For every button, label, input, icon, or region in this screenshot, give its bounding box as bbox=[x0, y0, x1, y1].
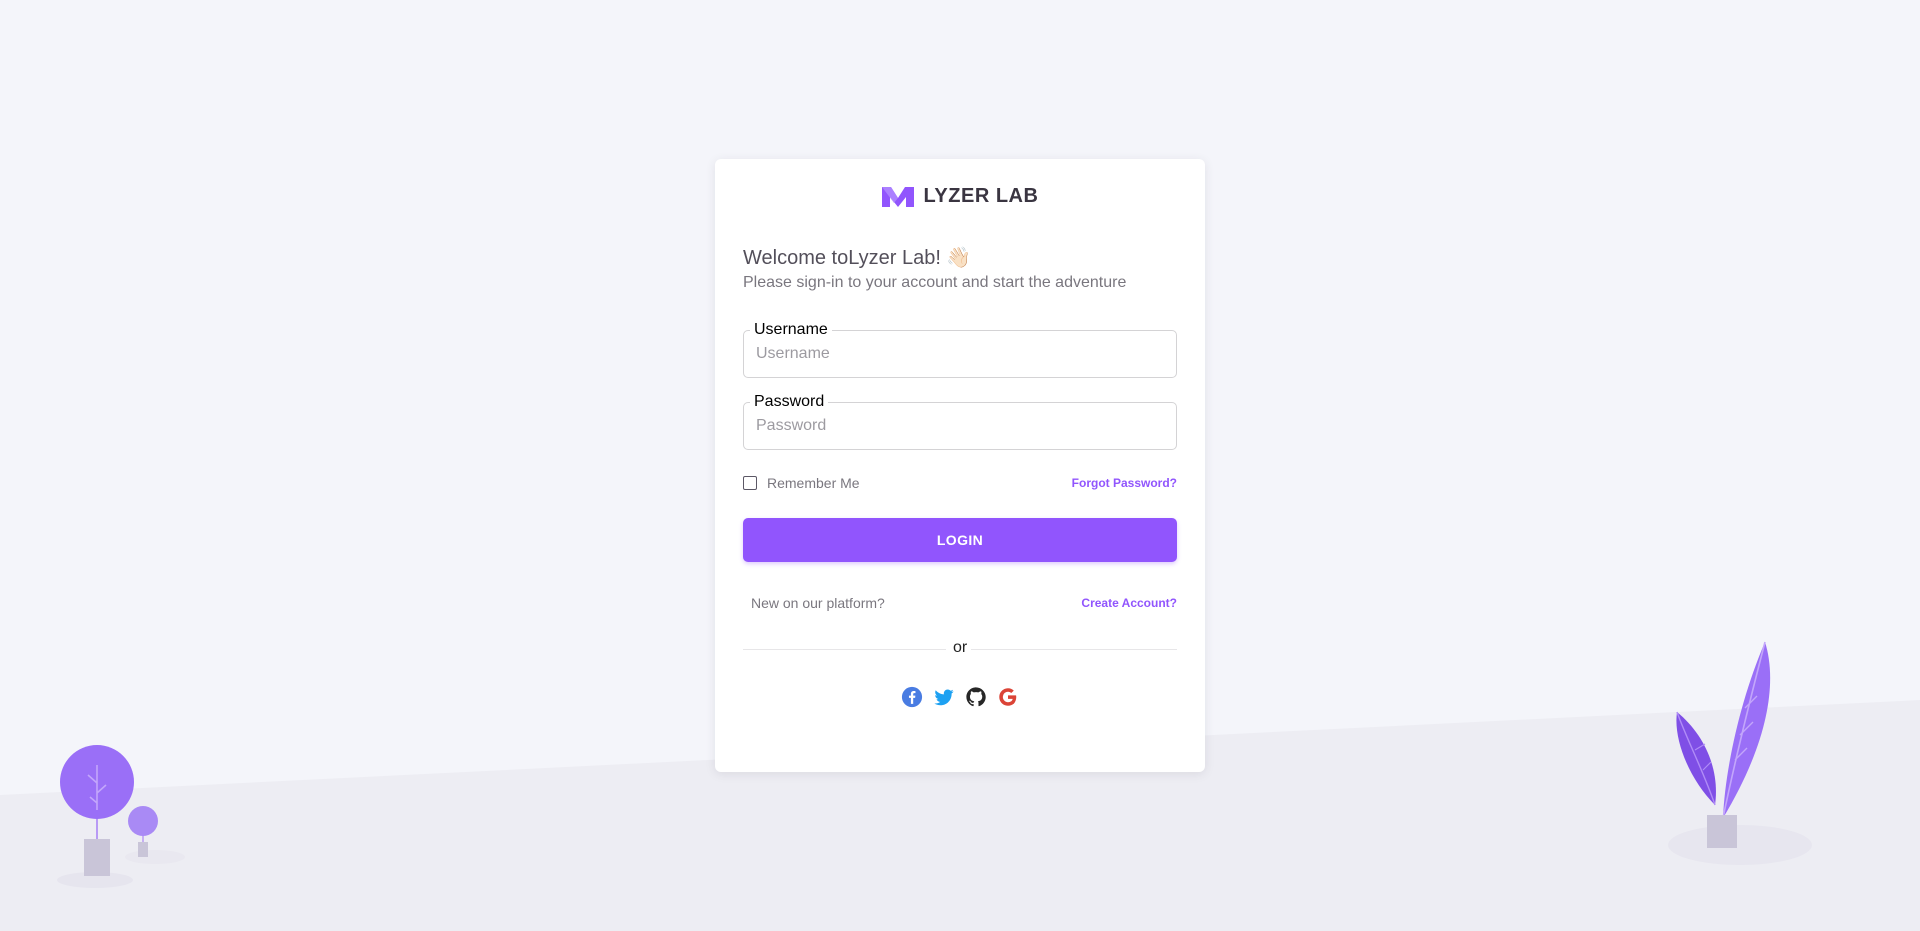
facebook-icon bbox=[901, 686, 923, 708]
signup-prompt: New on our platform? bbox=[751, 595, 885, 611]
google-icon bbox=[999, 688, 1017, 706]
remember-me-checkbox[interactable] bbox=[743, 476, 757, 490]
twitter-icon bbox=[934, 689, 954, 706]
signup-row: New on our platform? Create Account? bbox=[743, 595, 1177, 613]
divider-line-left bbox=[743, 649, 946, 650]
twitter-login-button[interactable] bbox=[933, 686, 955, 708]
facebook-login-button[interactable] bbox=[901, 686, 923, 708]
forgot-password-link[interactable]: Forgot Password? bbox=[1072, 476, 1177, 490]
login-card: LYZER LAB Welcome toLyzer Lab! 👋🏻 Please… bbox=[715, 159, 1205, 772]
social-login-row bbox=[715, 686, 1205, 708]
brand-logo-icon bbox=[881, 186, 914, 207]
tree-illustration-left bbox=[57, 745, 185, 888]
brand-header: LYZER LAB bbox=[715, 185, 1205, 208]
password-label: Password bbox=[750, 393, 829, 411]
github-login-button[interactable] bbox=[965, 686, 987, 708]
welcome-subtitle: Please sign-in to your account and start… bbox=[743, 274, 1127, 291]
create-account-link[interactable]: Create Account? bbox=[1081, 596, 1177, 610]
divider-line-right bbox=[971, 649, 1177, 650]
remember-row: Remember Me Forgot Password? bbox=[743, 472, 1177, 494]
remember-me-label[interactable]: Remember Me bbox=[767, 475, 860, 491]
username-label: Username bbox=[750, 321, 832, 339]
github-icon bbox=[966, 687, 986, 707]
google-login-button[interactable] bbox=[997, 686, 1019, 708]
divider-text: or bbox=[953, 639, 968, 656]
plant-illustration-right bbox=[1668, 641, 1812, 865]
login-page: LYZER LAB Welcome toLyzer Lab! 👋🏻 Please… bbox=[0, 0, 1920, 931]
login-button[interactable]: LOGIN bbox=[743, 518, 1177, 562]
brand-name: LYZER LAB bbox=[923, 185, 1039, 207]
password-field: Password bbox=[743, 393, 1177, 450]
username-field: Username bbox=[743, 321, 1177, 378]
or-divider: or bbox=[743, 639, 1177, 659]
welcome-title: Welcome toLyzer Lab! 👋🏻 bbox=[743, 247, 972, 269]
